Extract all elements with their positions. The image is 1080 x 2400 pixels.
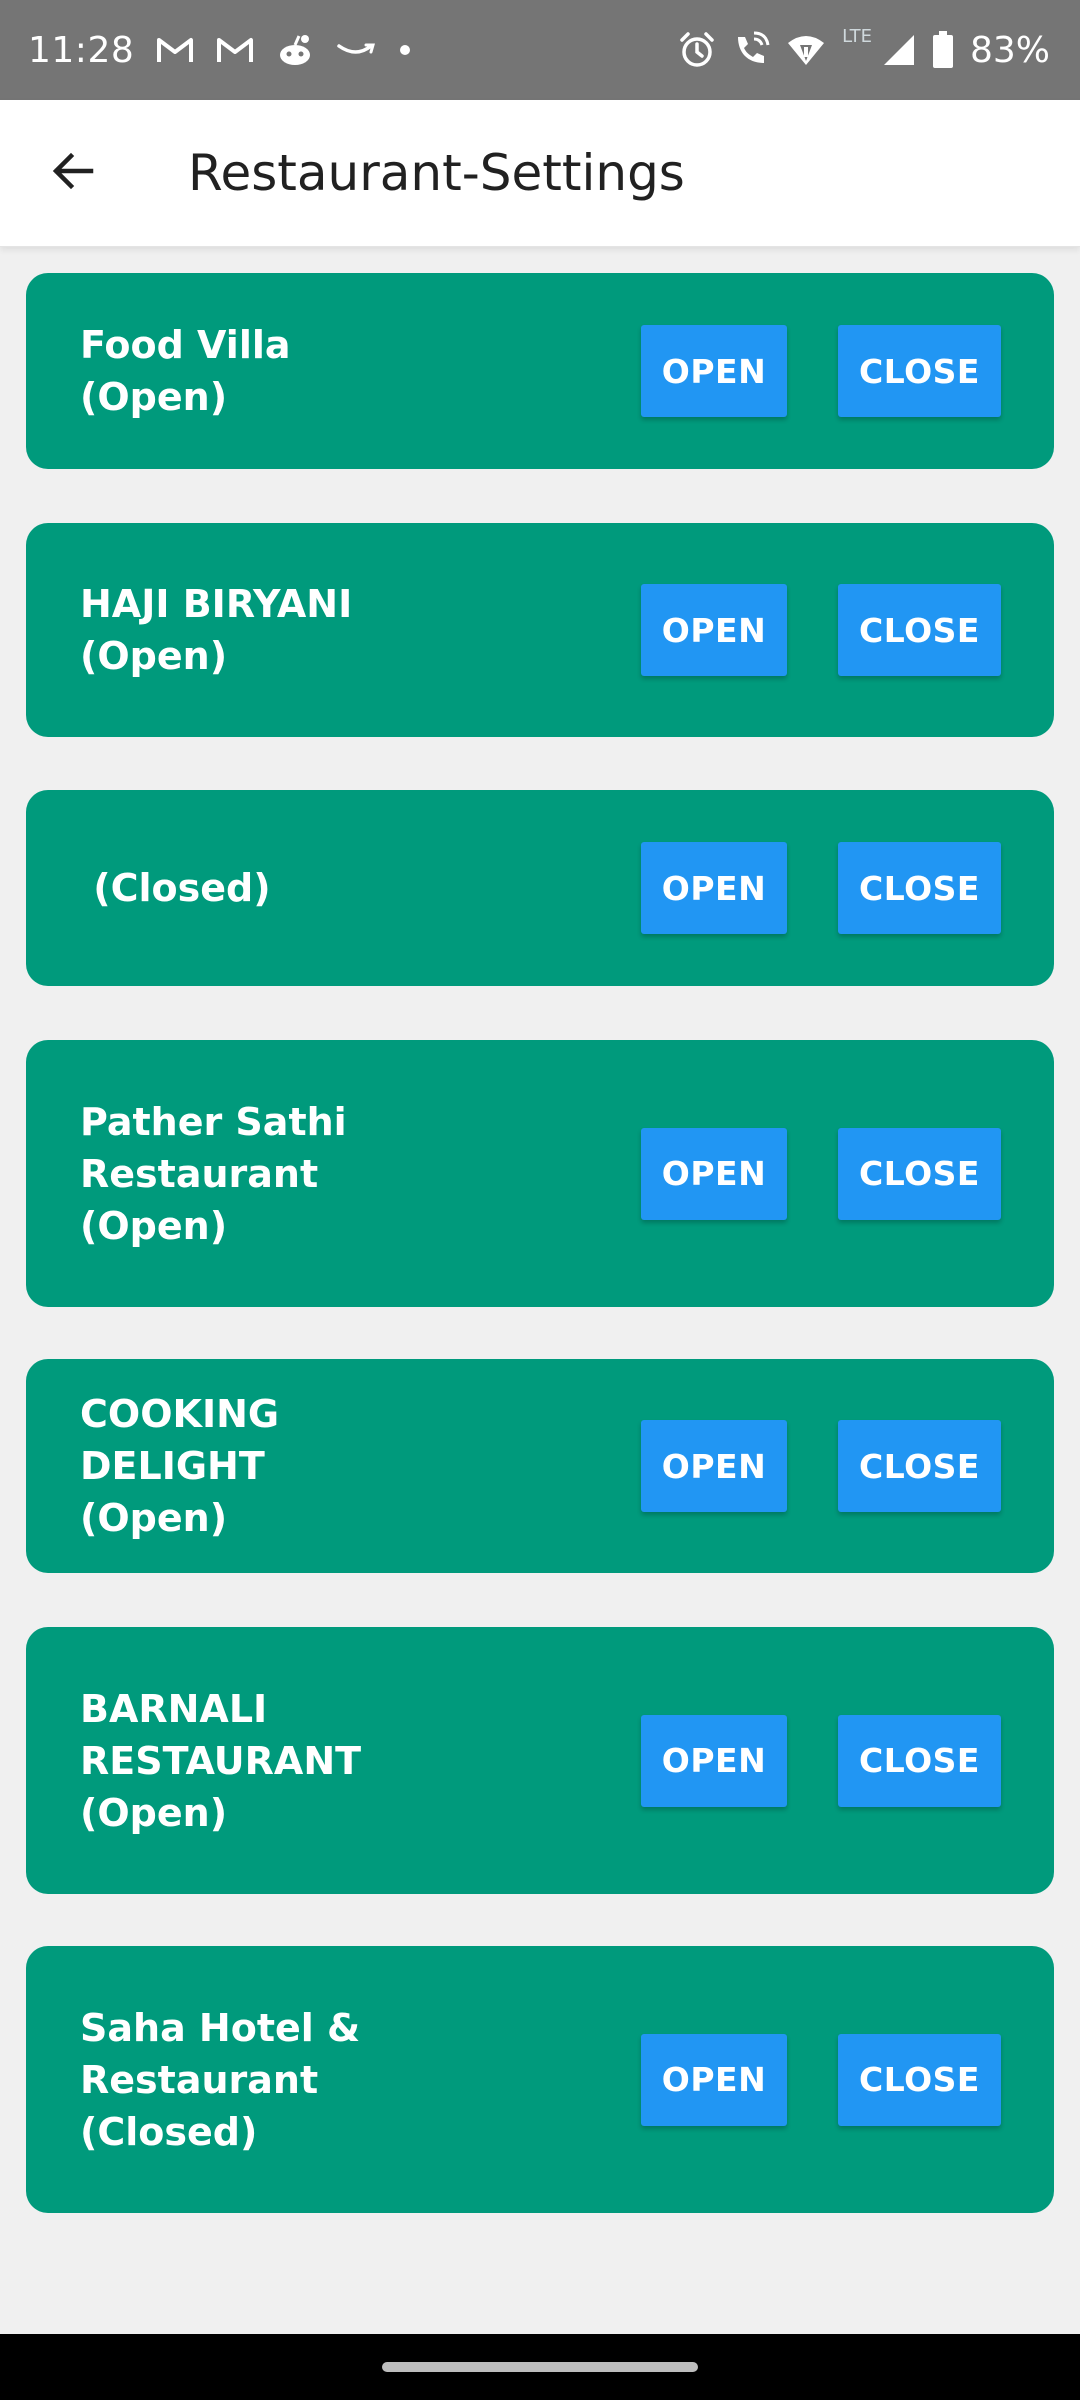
restaurant-card: Saha Hotel & Restaurant (Closed) OPEN CL… (26, 1946, 1054, 2213)
status-bar-left: 11:28 (28, 0, 412, 100)
wifi-call-icon (732, 31, 770, 69)
close-button[interactable]: CLOSE (838, 1714, 1001, 1807)
restaurant-name: COOKING DELIGHT (Open) (80, 1392, 280, 1540)
open-button[interactable]: OPEN (641, 1420, 787, 1512)
reddit-icon (276, 33, 314, 67)
open-button[interactable]: OPEN (641, 1127, 787, 1220)
restaurant-card: (Closed) OPEN CLOSE (26, 790, 1054, 986)
status-bar-right: LTE 83% (678, 0, 1050, 100)
app-bar: Restaurant-Settings (0, 100, 1080, 247)
home-gesture-handle[interactable] (382, 2362, 698, 2372)
close-button[interactable]: CLOSE (838, 1420, 1001, 1512)
restaurant-name: BARNALI RESTAURANT (Open) (80, 1686, 362, 1835)
gmail-icon (156, 35, 194, 65)
back-button[interactable] (38, 138, 108, 208)
network-type: LTE (842, 25, 872, 47)
restaurant-name: Saha Hotel & Restaurant (Closed) (80, 2005, 361, 2154)
screen: 11:28 LTE 83% Restaurant-Settings Food V… (0, 0, 1080, 2400)
battery-percent: 83% (969, 29, 1050, 71)
wifi-icon (786, 33, 826, 67)
arrow-left-icon (49, 147, 97, 199)
close-button[interactable]: CLOSE (838, 325, 1001, 417)
page-title: Restaurant-Settings (188, 144, 685, 202)
restaurant-name: Pather Sathi Restaurant (Open) (80, 1099, 347, 1248)
restaurant-card: HAJI BIRYANI (Open) OPEN CLOSE (26, 523, 1054, 737)
open-button[interactable]: OPEN (641, 584, 787, 676)
close-button[interactable]: CLOSE (838, 584, 1001, 676)
open-button[interactable]: OPEN (641, 2033, 787, 2126)
restaurant-card: BARNALI RESTAURANT (Open) OPEN CLOSE (26, 1627, 1054, 1894)
dot-icon (398, 43, 412, 57)
status-time: 11:28 (28, 29, 135, 71)
amazon-icon (336, 40, 376, 60)
close-button[interactable]: CLOSE (838, 1127, 1001, 1220)
system-nav-bar (0, 2334, 1080, 2400)
restaurant-card: Pather Sathi Restaurant (Open) OPEN CLOS… (26, 1040, 1054, 1307)
restaurant-card: COOKING DELIGHT (Open) OPEN CLOSE (26, 1359, 1054, 1573)
close-button[interactable]: CLOSE (838, 842, 1001, 934)
restaurant-card: Food Villa (Open) OPEN CLOSE (26, 273, 1054, 469)
open-button[interactable]: OPEN (641, 842, 787, 934)
restaurant-name: Food Villa (Open) (80, 323, 291, 419)
status-bar: 11:28 LTE 83% (0, 0, 1080, 100)
gmail-icon (216, 35, 254, 65)
open-button[interactable]: OPEN (641, 1714, 787, 1807)
open-button[interactable]: OPEN (641, 325, 787, 417)
restaurant-name: (Closed) (80, 866, 271, 910)
battery-icon (932, 31, 954, 69)
close-button[interactable]: CLOSE (838, 2033, 1001, 2126)
restaurant-name: HAJI BIRYANI (Open) (80, 582, 353, 678)
signal-icon (882, 33, 916, 67)
alarm-icon (678, 31, 716, 69)
